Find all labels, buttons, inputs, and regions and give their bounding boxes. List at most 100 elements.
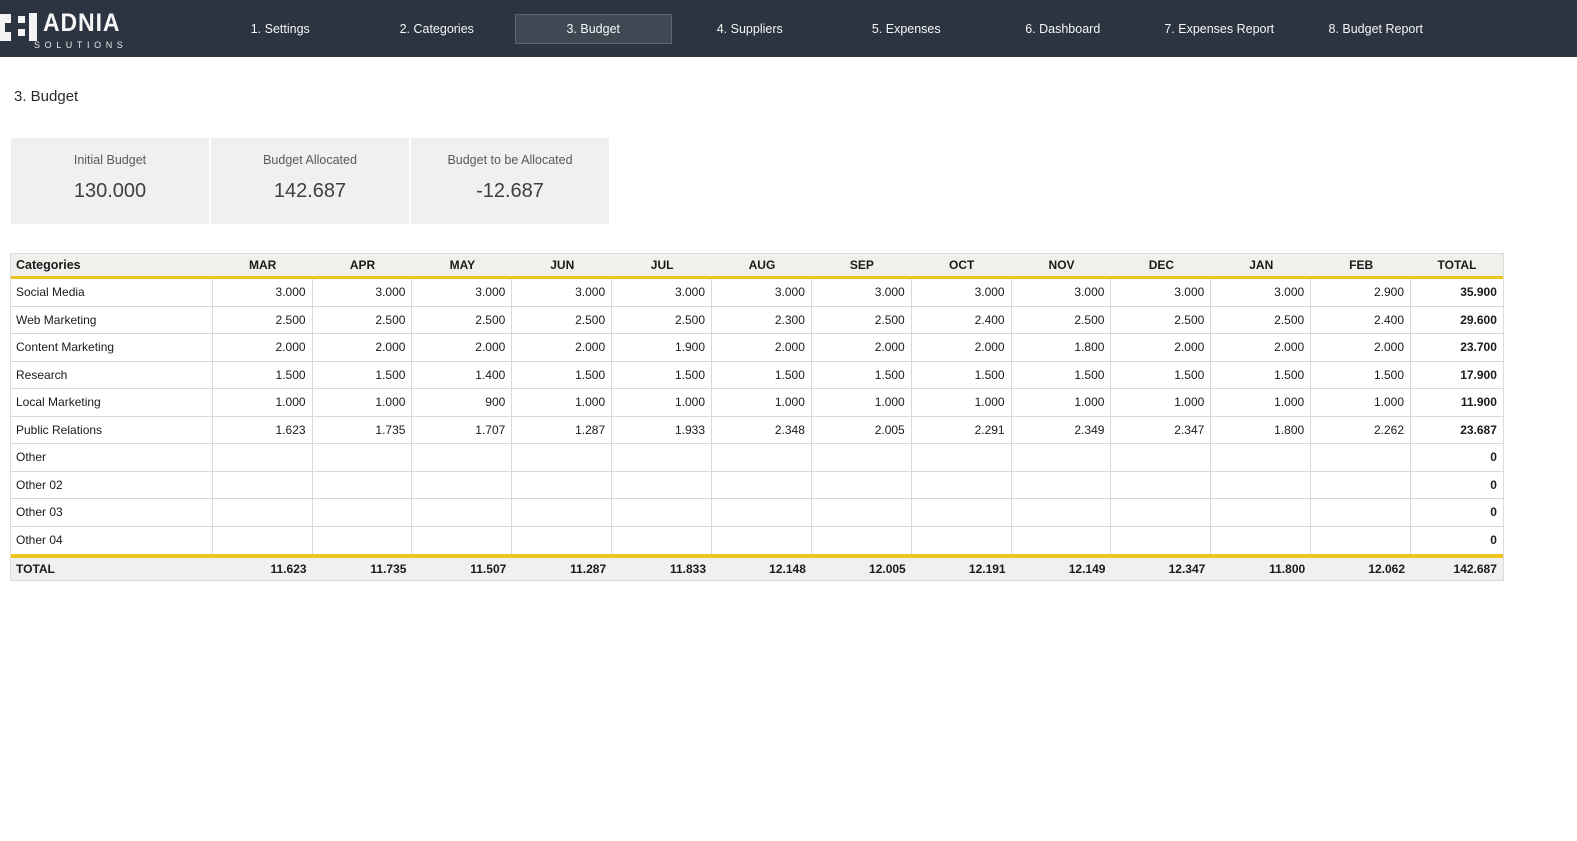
budget-cell-feb[interactable]: 2.400: [1311, 307, 1411, 334]
budget-cell-jun[interactable]: [512, 444, 612, 471]
budget-cell-sep[interactable]: 1.500: [812, 362, 912, 389]
tab-8-budget-report[interactable]: 8. Budget Report: [1298, 14, 1455, 44]
budget-cell-jul[interactable]: 1.500: [612, 362, 712, 389]
budget-cell-aug[interactable]: 2.348: [712, 417, 812, 444]
budget-cell-dec[interactable]: [1111, 527, 1211, 555]
budget-cell-may[interactable]: 2.000: [412, 334, 512, 361]
budget-cell-oct[interactable]: [912, 472, 1012, 499]
budget-cell-jun[interactable]: [512, 499, 612, 526]
budget-cell-oct[interactable]: 2.400: [912, 307, 1012, 334]
budget-cell-dec[interactable]: 2.500: [1111, 307, 1211, 334]
budget-cell-nov[interactable]: [1012, 444, 1112, 471]
budget-cell-may[interactable]: [412, 444, 512, 471]
budget-cell-mar[interactable]: 1.000: [213, 389, 313, 416]
budget-cell-mar[interactable]: 2.000: [213, 334, 313, 361]
budget-cell-oct[interactable]: [912, 527, 1012, 555]
budget-cell-jan[interactable]: [1211, 499, 1311, 526]
budget-cell-may[interactable]: [412, 472, 512, 499]
budget-cell-jan[interactable]: 1.800: [1211, 417, 1311, 444]
tab-6-dashboard[interactable]: 6. Dashboard: [985, 14, 1142, 44]
budget-cell-sep[interactable]: 3.000: [812, 279, 912, 306]
budget-cell-jul[interactable]: [612, 472, 712, 499]
budget-cell-nov[interactable]: 2.349: [1012, 417, 1112, 444]
budget-cell-aug[interactable]: 2.300: [712, 307, 812, 334]
budget-cell-may[interactable]: [412, 527, 512, 555]
budget-cell-aug[interactable]: [712, 444, 812, 471]
budget-cell-feb[interactable]: [1311, 499, 1411, 526]
budget-cell-jun[interactable]: 1.287: [512, 417, 612, 444]
budget-cell-sep[interactable]: 2.005: [812, 417, 912, 444]
budget-cell-jan[interactable]: 2.000: [1211, 334, 1311, 361]
budget-cell-feb[interactable]: 1.000: [1311, 389, 1411, 416]
budget-cell-may[interactable]: 2.500: [412, 307, 512, 334]
budget-cell-may[interactable]: 900: [412, 389, 512, 416]
budget-cell-dec[interactable]: [1111, 472, 1211, 499]
budget-cell-jul[interactable]: 3.000: [612, 279, 712, 306]
budget-cell-sep[interactable]: [812, 499, 912, 526]
budget-cell-jun[interactable]: 2.000: [512, 334, 612, 361]
budget-cell-nov[interactable]: 1.000: [1012, 389, 1112, 416]
budget-cell-jul[interactable]: [612, 499, 712, 526]
budget-cell-sep[interactable]: 1.000: [812, 389, 912, 416]
budget-cell-jun[interactable]: 1.500: [512, 362, 612, 389]
budget-cell-apr[interactable]: 1.000: [313, 389, 413, 416]
budget-cell-aug[interactable]: 1.000: [712, 389, 812, 416]
budget-cell-jul[interactable]: 1.933: [612, 417, 712, 444]
tab-3-budget[interactable]: 3. Budget: [515, 14, 672, 44]
budget-cell-nov[interactable]: 3.000: [1012, 279, 1112, 306]
budget-cell-apr[interactable]: 2.500: [313, 307, 413, 334]
budget-cell-jun[interactable]: [512, 472, 612, 499]
budget-cell-apr[interactable]: [313, 499, 413, 526]
budget-cell-nov[interactable]: 1.500: [1012, 362, 1112, 389]
budget-cell-may[interactable]: 1.400: [412, 362, 512, 389]
budget-cell-aug[interactable]: [712, 527, 812, 555]
budget-cell-mar[interactable]: 1.500: [213, 362, 313, 389]
budget-cell-apr[interactable]: 3.000: [313, 279, 413, 306]
budget-cell-jul[interactable]: 1.900: [612, 334, 712, 361]
budget-cell-mar[interactable]: [213, 472, 313, 499]
budget-cell-apr[interactable]: 1.735: [313, 417, 413, 444]
budget-cell-feb[interactable]: 2.000: [1311, 334, 1411, 361]
budget-cell-dec[interactable]: [1111, 444, 1211, 471]
budget-cell-feb[interactable]: [1311, 527, 1411, 555]
budget-cell-nov[interactable]: [1012, 499, 1112, 526]
budget-cell-jun[interactable]: 2.500: [512, 307, 612, 334]
budget-cell-jan[interactable]: [1211, 472, 1311, 499]
budget-cell-dec[interactable]: 3.000: [1111, 279, 1211, 306]
budget-cell-jul[interactable]: 2.500: [612, 307, 712, 334]
budget-cell-jan[interactable]: 1.000: [1211, 389, 1311, 416]
budget-cell-feb[interactable]: 2.900: [1311, 279, 1411, 306]
budget-cell-nov[interactable]: [1012, 527, 1112, 555]
budget-cell-aug[interactable]: 2.000: [712, 334, 812, 361]
budget-cell-oct[interactable]: 1.000: [912, 389, 1012, 416]
budget-cell-nov[interactable]: 1.800: [1012, 334, 1112, 361]
budget-cell-apr[interactable]: 1.500: [313, 362, 413, 389]
budget-cell-jun[interactable]: 1.000: [512, 389, 612, 416]
budget-cell-jun[interactable]: [512, 527, 612, 555]
budget-cell-aug[interactable]: 1.500: [712, 362, 812, 389]
budget-cell-jan[interactable]: [1211, 444, 1311, 471]
budget-cell-may[interactable]: 1.707: [412, 417, 512, 444]
budget-cell-feb[interactable]: [1311, 472, 1411, 499]
budget-cell-mar[interactable]: 2.500: [213, 307, 313, 334]
budget-cell-jan[interactable]: [1211, 527, 1311, 555]
budget-cell-apr[interactable]: [313, 472, 413, 499]
budget-cell-apr[interactable]: 2.000: [313, 334, 413, 361]
budget-cell-jul[interactable]: [612, 527, 712, 555]
tab-5-expenses[interactable]: 5. Expenses: [828, 14, 985, 44]
tab-1-settings[interactable]: 1. Settings: [202, 14, 359, 44]
budget-cell-oct[interactable]: [912, 444, 1012, 471]
budget-cell-sep[interactable]: 2.000: [812, 334, 912, 361]
budget-cell-dec[interactable]: 1.000: [1111, 389, 1211, 416]
tab-4-suppliers[interactable]: 4. Suppliers: [672, 14, 829, 44]
budget-cell-mar[interactable]: 3.000: [213, 279, 313, 306]
budget-cell-may[interactable]: 3.000: [412, 279, 512, 306]
budget-cell-jan[interactable]: 3.000: [1211, 279, 1311, 306]
budget-cell-jul[interactable]: [612, 444, 712, 471]
budget-cell-apr[interactable]: [313, 527, 413, 555]
budget-cell-dec[interactable]: 1.500: [1111, 362, 1211, 389]
tab-7-expenses-report[interactable]: 7. Expenses Report: [1141, 14, 1298, 44]
budget-cell-sep[interactable]: 2.500: [812, 307, 912, 334]
budget-cell-aug[interactable]: 3.000: [712, 279, 812, 306]
budget-cell-aug[interactable]: [712, 472, 812, 499]
